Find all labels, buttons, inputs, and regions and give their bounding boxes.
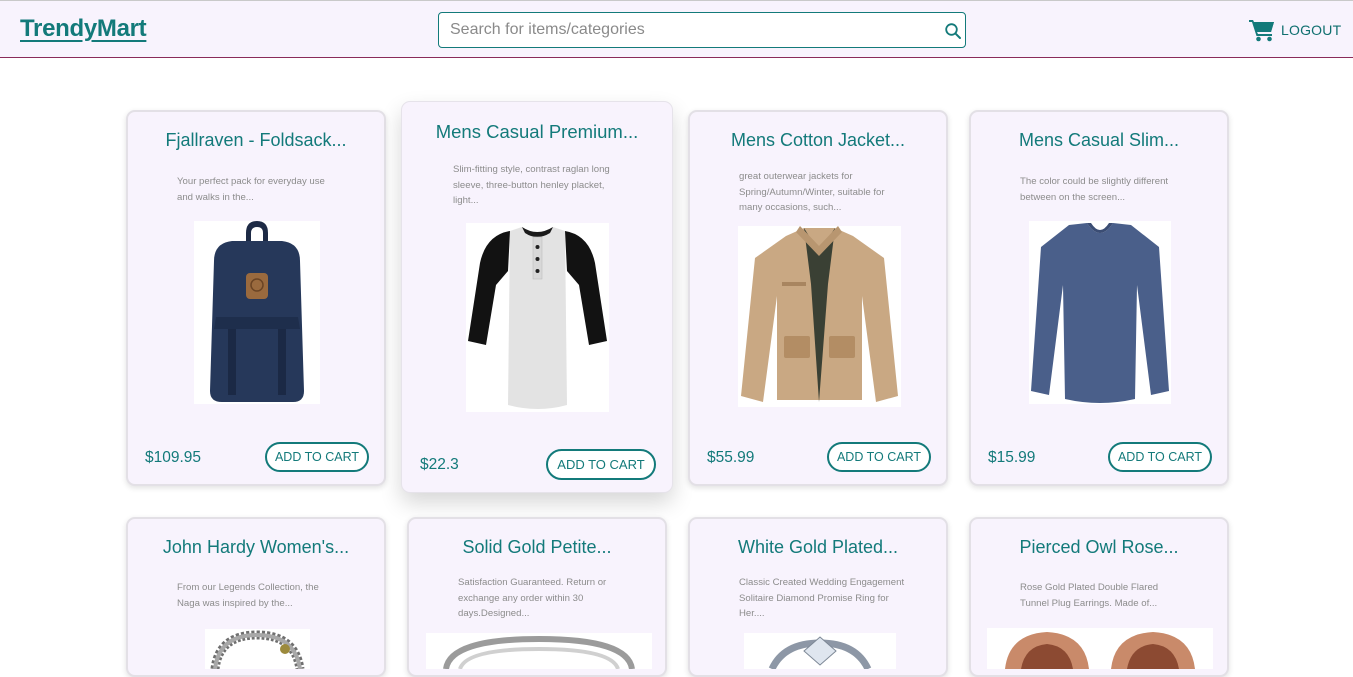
product-description: Rose Gold Plated Double Flared Tunnel Pl…	[1020, 582, 1159, 609]
product-price: $109.95	[145, 449, 202, 466]
product-title[interactable]: Mens Cotton Jacket...	[690, 130, 946, 151]
product-title[interactable]: Pierced Owl Rose...	[971, 537, 1227, 558]
raglan-shirt-image	[468, 227, 607, 409]
product-image[interactable]	[205, 629, 310, 669]
product-price: $55.99	[707, 449, 755, 466]
product-image[interactable]	[1029, 221, 1171, 404]
navbar: TrendyMart LOGOUT	[0, 0, 1353, 58]
search-input[interactable]	[450, 14, 930, 46]
backpack-image	[210, 221, 304, 402]
product-image[interactable]	[987, 628, 1213, 669]
product-image[interactable]	[194, 221, 320, 404]
product-card: Mens Casual Premium... Slim-fitting styl…	[401, 101, 673, 493]
product-price: $22.3	[420, 456, 459, 473]
jacket-image	[741, 226, 898, 402]
product-card: Fjallraven - Foldsack... Your perfect pa…	[126, 110, 386, 486]
product-card: Mens Cotton Jacket... great outerwear ja…	[688, 110, 948, 486]
product-description: Classic Created Wedding Engagement Solit…	[739, 577, 905, 619]
product-title[interactable]: Mens Casual Slim...	[971, 130, 1227, 151]
rose-gold-plugs-image	[1005, 632, 1195, 669]
product-card: John Hardy Women's... From our Legends C…	[126, 517, 386, 677]
search-icon[interactable]	[944, 22, 962, 40]
product-card: White Gold Plated... Classic Created Wed…	[688, 517, 948, 677]
product-image[interactable]	[466, 223, 609, 412]
product-card: Solid Gold Petite... Satisfaction Guaran…	[407, 517, 667, 677]
search-bar	[438, 12, 966, 48]
add-to-cart-button[interactable]: ADD TO CART	[265, 442, 369, 472]
add-to-cart-button[interactable]: ADD TO CART	[1108, 442, 1212, 472]
product-price: $15.99	[988, 449, 1036, 466]
bracelet-image	[210, 630, 305, 669]
product-image[interactable]	[426, 633, 652, 669]
logout-button[interactable]: LOGOUT	[1281, 22, 1341, 38]
product-title[interactable]: Mens Casual Premium...	[402, 121, 672, 143]
add-to-cart-button[interactable]: ADD TO CART	[827, 442, 931, 472]
product-title[interactable]: White Gold Plated...	[690, 537, 946, 558]
gold-ring-image	[443, 635, 635, 669]
add-to-cart-button[interactable]: ADD TO CART	[546, 449, 656, 480]
product-description: Satisfaction Guaranteed. Return or excha…	[458, 577, 607, 619]
brand-logo-link[interactable]: TrendyMart	[20, 15, 147, 43]
slim-tee-image	[1031, 223, 1169, 403]
diamond-ring-image	[768, 636, 872, 669]
product-description: great outerwear jackets for Spring/Autum…	[739, 171, 885, 213]
product-description: The color could be slightly different be…	[1020, 176, 1169, 203]
product-title[interactable]: Fjallraven - Foldsack...	[128, 130, 384, 151]
product-image[interactable]	[744, 633, 896, 669]
product-image[interactable]	[738, 226, 901, 407]
product-description: Your perfect pack for everyday use and w…	[177, 176, 325, 203]
shopping-cart-icon[interactable]	[1249, 18, 1275, 42]
product-description: Slim-fitting style, contrast raglan long…	[453, 164, 610, 206]
product-card: Mens Casual Slim... The color could be s…	[969, 110, 1229, 486]
product-card: Pierced Owl Rose... Rose Gold Plated Dou…	[969, 517, 1229, 677]
product-title[interactable]: John Hardy Women's...	[128, 537, 384, 558]
product-title[interactable]: Solid Gold Petite...	[409, 537, 665, 558]
product-description: From our Legends Collection, the Naga wa…	[177, 582, 319, 609]
